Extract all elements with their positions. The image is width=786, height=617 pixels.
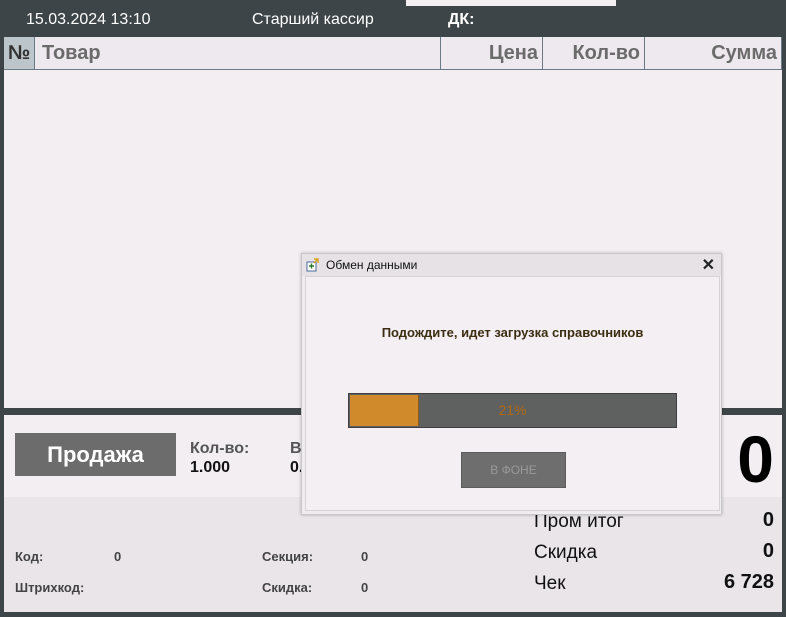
table-header: № Товар Цена Кол-во Сумма [4, 37, 782, 70]
discount-label: Скидка [534, 542, 598, 563]
column-number: № [4, 37, 35, 69]
section-value: 0 [361, 549, 369, 564]
progress-percent: 21% [498, 402, 527, 418]
close-icon[interactable]: ✕ [702, 255, 715, 275]
data-exchange-icon [306, 258, 320, 275]
column-sum: Сумма [646, 37, 782, 69]
receipt-label: Чек [534, 573, 566, 594]
barcode-label: Штрихкод: [15, 580, 85, 595]
cashier-role: Старший кассир [252, 11, 374, 28]
column-quantity: Кол-во [544, 37, 645, 69]
progress-bar: 21% [348, 393, 677, 428]
data-exchange-dialog: Обмен данными ✕ Подождите, идет загрузка… [301, 253, 722, 515]
code-value: 0 [114, 549, 122, 564]
big-total: 0 [737, 422, 774, 496]
discount-value: 0 [762, 540, 774, 562]
loading-message: Подождите, идет загрузка справочников [381, 325, 644, 340]
subtotal-value: 0 [762, 509, 774, 531]
discount-small-value: 0 [361, 580, 369, 595]
column-product: Товар [35, 37, 441, 69]
discount-card-label: ДК: [448, 11, 475, 28]
section-label: Секция: [262, 549, 314, 564]
weight-label: В [290, 440, 302, 457]
discount-small-label: Скидка: [262, 580, 313, 595]
receipt-value: 6 728 [723, 571, 774, 593]
sale-mode-button[interactable]: Продажа [15, 433, 176, 476]
dialog-titlebar[interactable]: Обмен данными ✕ [302, 254, 721, 276]
dialog-body: Подождите, идет загрузка справочников 21… [305, 276, 720, 511]
run-in-background-button[interactable]: В ФОНЕ [461, 452, 566, 488]
dialog-title: Обмен данными [326, 258, 418, 272]
quantity-label: Кол-во: [190, 440, 250, 457]
datetime: 15.03.2024 13:10 [26, 11, 151, 28]
code-label: Код: [15, 549, 44, 564]
top-strip [406, 0, 616, 6]
column-price: Цена [442, 37, 543, 69]
quantity-value: 1.000 [190, 459, 231, 476]
status-bar: 15.03.2024 13:10 Старший кассир ДК: [4, 7, 778, 35]
